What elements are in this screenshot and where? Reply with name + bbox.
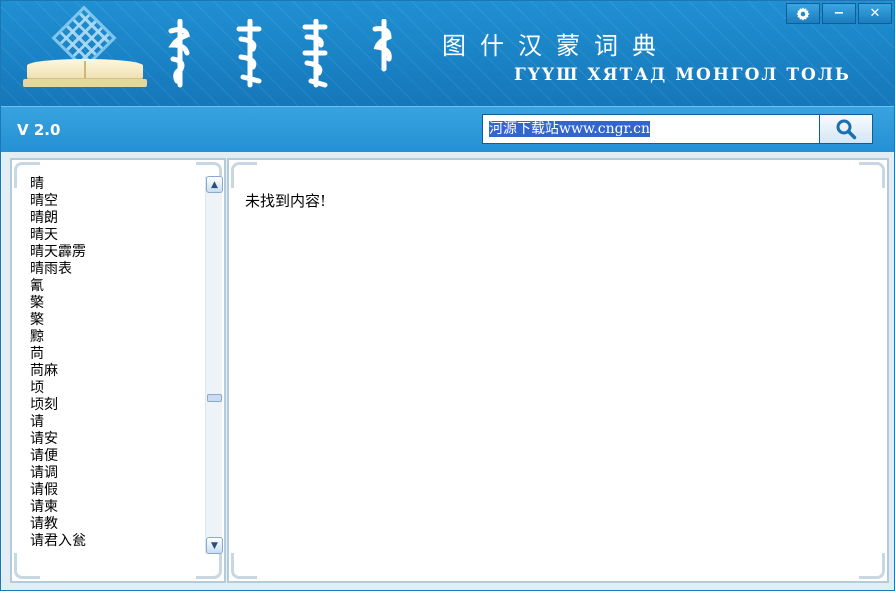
list-item[interactable]: 请便	[30, 448, 204, 465]
title-mongolian-cyrillic: ГҮҮШ ХЯТАД МОНГОЛ ТОЛЬ	[514, 65, 851, 85]
settings-button[interactable]	[786, 3, 820, 24]
list-item[interactable]: 顷	[30, 380, 204, 397]
scroll-down-arrow-icon[interactable]: ▼	[206, 537, 223, 554]
corner-ornament	[231, 162, 257, 188]
corner-ornament	[196, 553, 222, 579]
word-list: 晴晴空 晴朗 晴天 晴天霹雳 晴雨表氰檠檠黥苘苘麻顷顷刻请请安 请便 请调 请假 请柬 请教 请君入…	[30, 176, 204, 550]
close-button[interactable]: ✕	[858, 3, 892, 24]
word-list-scrollbar[interactable]: ▲ ▼	[205, 176, 223, 554]
logo-base	[23, 79, 147, 87]
list-item[interactable]: 请教	[30, 516, 204, 533]
window-controls: − ✕	[786, 3, 892, 24]
list-item[interactable]: 檠	[30, 312, 204, 329]
app-window: 图什汉蒙词典 ГҮҮШ ХЯТАД МОНГОЛ ТОЛЬ − ✕ V 2.0 …	[0, 0, 895, 591]
search-toolbar: V 2.0 河源下载站www.cngr.cn	[1, 106, 894, 152]
list-item[interactable]: 晴天	[30, 227, 204, 244]
list-item[interactable]: 顷刻	[30, 397, 204, 414]
list-item[interactable]: 请安	[30, 431, 204, 448]
search-input-selected-text: 河源下载站www.cngr.cn	[489, 121, 651, 137]
corner-ornament	[231, 553, 257, 579]
mongolian-script-word-4	[367, 18, 401, 89]
list-item[interactable]: 晴	[30, 176, 204, 193]
mongolian-script-word-3	[299, 18, 333, 89]
scroll-thumb[interactable]	[207, 394, 222, 402]
list-item[interactable]: 晴天霹雳	[30, 244, 204, 261]
list-item[interactable]: 请君入瓮	[30, 533, 204, 550]
list-item[interactable]: 黥	[30, 329, 204, 346]
list-item[interactable]: 晴朗	[30, 210, 204, 227]
list-item[interactable]: 晴雨表	[30, 261, 204, 278]
gear-icon	[796, 6, 810, 21]
corner-ornament	[859, 162, 885, 188]
search-button[interactable]	[819, 114, 873, 144]
corner-ornament	[14, 553, 40, 579]
app-logo	[23, 5, 147, 93]
word-list-panel: 晴晴空 晴朗 晴天 晴天霹雳 晴雨表氰檠檠黥苘苘麻顷顷刻请请安 请便 请调 请假 请柬 请教 请君入…	[10, 158, 226, 583]
definition-panel: 未找到内容!	[227, 158, 889, 583]
list-item[interactable]: 檠	[30, 295, 204, 312]
search-input[interactable]: 河源下载站www.cngr.cn	[482, 114, 820, 144]
scroll-up-arrow-icon[interactable]: ▲	[206, 176, 223, 193]
title-chinese: 图什汉蒙词典	[442, 32, 670, 60]
list-item[interactable]: 请假	[30, 482, 204, 499]
header-banner: 图什汉蒙词典 ГҮҮШ ХЯТАД МОНГОЛ ТОЛЬ − ✕	[1, 1, 894, 106]
list-item[interactable]: 请柬	[30, 499, 204, 516]
corner-ornament	[859, 553, 885, 579]
mongolian-script-word-2	[233, 18, 267, 89]
version-label: V 2.0	[17, 121, 61, 139]
content-area: 晴晴空 晴朗 晴天 晴天霹雳 晴雨表氰檠檠黥苘苘麻顷顷刻请请安 请便 请调 请假 请柬 请教 请君入…	[1, 152, 894, 590]
list-item[interactable]: 苘	[30, 346, 204, 363]
result-message: 未找到内容!	[245, 192, 327, 210]
mongolian-script-word-1	[163, 18, 197, 89]
minimize-button[interactable]: −	[822, 3, 856, 24]
list-item[interactable]: 氰	[30, 278, 204, 295]
search-icon	[836, 119, 857, 140]
open-book-icon	[27, 59, 143, 81]
list-item[interactable]: 请调	[30, 465, 204, 482]
list-item[interactable]: 请	[30, 414, 204, 431]
list-item[interactable]: 晴空	[30, 193, 204, 210]
list-item[interactable]: 苘麻	[30, 363, 204, 380]
